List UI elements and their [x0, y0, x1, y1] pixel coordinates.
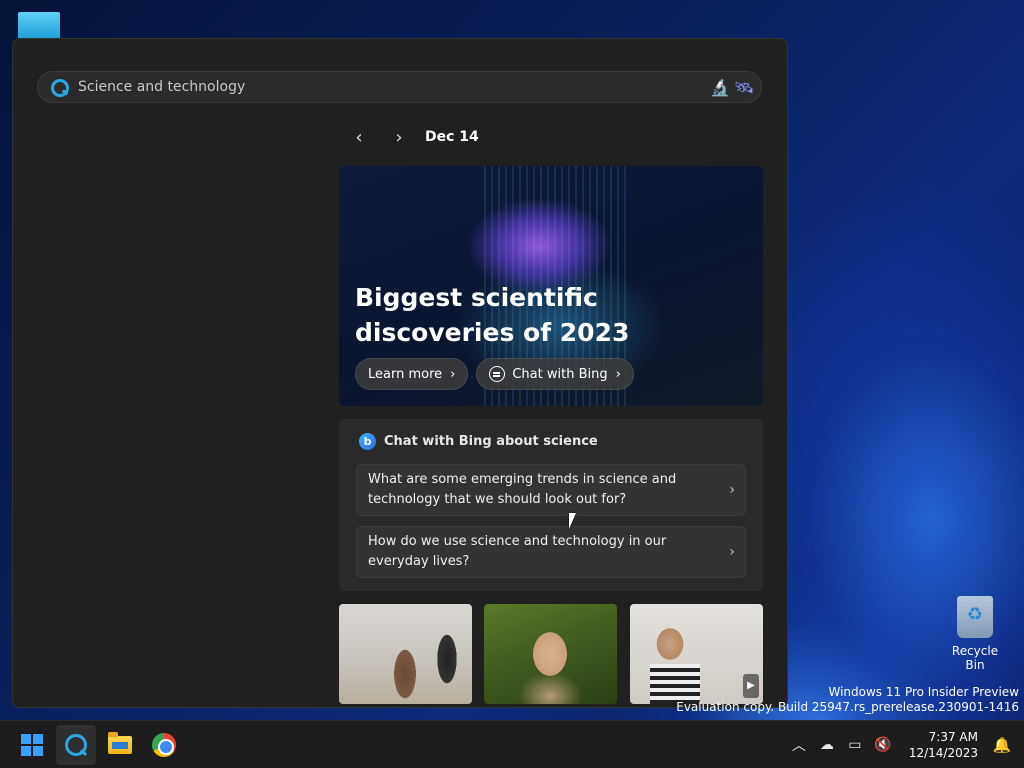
chat-card-header: b Chat with Bing about science: [359, 433, 598, 450]
thumbnail-card[interactable]: [339, 604, 472, 704]
system-tray: ︿ ☁ ▭ 🔇 7:37 AM 12/14/2023 🔔: [785, 721, 1024, 768]
suggestion-item[interactable]: How do we use science and technology in …: [356, 526, 746, 578]
start-button[interactable]: [12, 725, 52, 765]
mouse-cursor: [569, 513, 576, 529]
taskbar: ︿ ☁ ▭ 🔇 7:37 AM 12/14/2023 🔔: [0, 720, 1024, 768]
chevron-right-icon[interactable]: ›: [379, 127, 419, 148]
chrome-icon: [152, 733, 176, 757]
desktop-icon-top[interactable]: [18, 12, 60, 40]
learn-more-button[interactable]: Learn more ›: [355, 358, 469, 390]
watermark-line-2: Evaluation copy. Build 25947.rs_prerelea…: [676, 700, 1019, 714]
volume-muted-icon[interactable]: 🔇: [869, 737, 897, 753]
thumbnail-card[interactable]: [484, 604, 617, 704]
satellite-icon: 🛰: [733, 78, 755, 97]
cloud-offline-icon[interactable]: ☁: [813, 737, 841, 753]
search-panel: Science and technology 🔬 🛰 ‹ › Dec 14 Bi…: [12, 38, 788, 708]
chat-icon: [489, 366, 506, 382]
chat-with-bing-card: b Chat with Bing about science What are …: [339, 419, 763, 591]
hero-title: Biggest scientific discoveries of 2023: [355, 283, 630, 347]
search-highlight-icons: 🔬 🛰: [709, 77, 755, 99]
hero-buttons: Learn more › Chat with Bing ›: [355, 358, 634, 390]
file-explorer-button[interactable]: [100, 725, 140, 765]
clock-time: 7:37 AM: [928, 730, 978, 744]
microscope-icon: 🔬: [710, 78, 730, 97]
taskbar-search-button[interactable]: [56, 725, 96, 765]
date-label: Dec 14: [425, 129, 479, 145]
clock[interactable]: 7:37 AM 12/14/2023: [909, 729, 978, 761]
chat-with-bing-button[interactable]: Chat with Bing ›: [476, 358, 634, 390]
chevron-right-icon: ›: [729, 544, 735, 560]
chevron-up-icon[interactable]: ︿: [785, 735, 813, 755]
recycle-bin-label: Recycle Bin: [951, 644, 999, 672]
chat-card-heading: Chat with Bing about science: [384, 434, 598, 449]
notification-bell-icon[interactable]: 🔔: [988, 736, 1016, 754]
clock-date: 12/14/2023: [908, 746, 978, 760]
search-icon: [65, 734, 87, 756]
suggestion-text: What are some emerging trends in science…: [368, 472, 677, 507]
search-query: Science and technology: [78, 79, 246, 95]
os-watermark: Windows 11 Pro Insider Preview Evaluatio…: [676, 685, 1019, 715]
date-navigation: ‹ › Dec 14: [339, 125, 479, 149]
chevron-right-icon: ›: [450, 366, 456, 382]
chevron-right-icon: ›: [615, 366, 621, 382]
chrome-button[interactable]: [144, 725, 184, 765]
hero-card[interactable]: Biggest scientific discoveries of 2023 L…: [339, 166, 763, 406]
windows-icon: [21, 734, 43, 756]
learn-more-label: Learn more: [368, 366, 443, 382]
chevron-right-icon: ›: [729, 482, 735, 498]
network-icon[interactable]: ▭: [841, 737, 869, 753]
bing-icon: b: [359, 433, 376, 450]
suggestion-text: How do we use science and technology in …: [368, 534, 667, 569]
chevron-left-icon[interactable]: ‹: [339, 127, 379, 148]
watermark-line-1: Windows 11 Pro Insider Preview: [828, 685, 1019, 699]
suggestion-item[interactable]: What are some emerging trends in science…: [356, 464, 746, 516]
folder-icon: [108, 732, 132, 754]
search-icon: [50, 78, 69, 97]
chat-with-bing-label: Chat with Bing: [512, 366, 608, 382]
recycle-bin[interactable]: Recycle Bin: [942, 596, 1008, 672]
search-input[interactable]: Science and technology 🔬 🛰: [37, 71, 762, 103]
recycle-bin-icon: [957, 596, 993, 638]
